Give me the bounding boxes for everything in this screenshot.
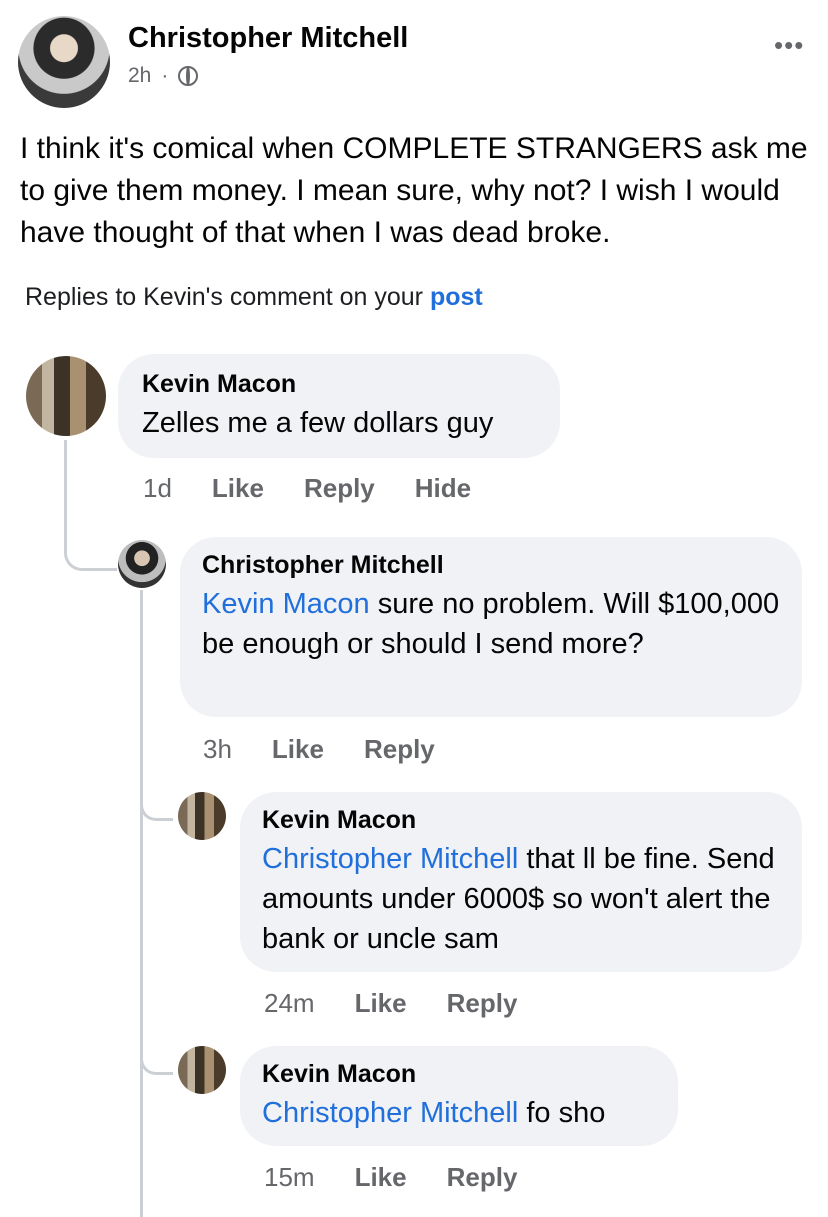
comment-body: Christopher Mitchell that ll be fine. Se… <box>262 839 782 959</box>
commenter-avatar[interactable] <box>26 356 106 436</box>
reply-button[interactable]: Reply <box>447 1162 518 1193</box>
like-button[interactable]: Like <box>355 1162 407 1193</box>
comment-actions: 24m Like Reply <box>264 988 517 1019</box>
thread-line <box>140 1044 173 1075</box>
commenter-avatar[interactable] <box>178 1046 226 1094</box>
mention-link[interactable]: Christopher Mitchell <box>262 843 518 875</box>
comment-text: Zelles me a few dollars guy <box>142 407 494 439</box>
mention-link[interactable]: Kevin Macon <box>202 588 370 620</box>
comment-time[interactable]: 1d <box>143 473 172 504</box>
post-author-avatar[interactable] <box>18 16 110 108</box>
globe-icon[interactable] <box>178 66 199 86</box>
reply-button[interactable]: Reply <box>304 473 375 504</box>
comment-actions: 15m Like Reply <box>264 1162 517 1193</box>
comment-body: Kevin Macon sure no problem. Will $100,0… <box>202 584 782 664</box>
reply-button[interactable]: Reply <box>447 988 518 1019</box>
comment-text: fo sho <box>526 1097 606 1129</box>
comment-bubble: Kevin Macon Zelles me a few dollars guy <box>118 354 560 458</box>
comment-author[interactable]: Christopher Mitchell <box>202 551 782 580</box>
commenter-avatar[interactable] <box>118 540 166 588</box>
post-author-name[interactable]: Christopher Mitchell <box>128 22 408 55</box>
comment-body: Christopher Mitchell fo sho <box>262 1093 658 1133</box>
comment-actions: 1d Like Reply Hide <box>143 473 471 504</box>
like-button[interactable]: Like <box>212 473 264 504</box>
thread-line <box>140 790 173 821</box>
like-button[interactable]: Like <box>355 988 407 1019</box>
comment-time[interactable]: 15m <box>264 1162 315 1193</box>
post-time[interactable]: 2h <box>128 64 151 88</box>
comment-bubble: Christopher Mitchell Kevin Macon sure no… <box>180 537 802 717</box>
comment-author[interactable]: Kevin Macon <box>142 370 560 399</box>
replies-header: Replies to Kevin's comment on your post <box>25 283 483 312</box>
replies-header-text: Replies to Kevin's comment on your <box>25 283 424 311</box>
mention-link[interactable]: Christopher Mitchell <box>262 1097 518 1129</box>
post-link[interactable]: post <box>430 283 483 311</box>
post-text: I think it's comical when COMPLETE STRAN… <box>20 132 808 249</box>
comment-bubble: Kevin Macon Christopher Mitchell fo sho <box>240 1046 678 1146</box>
reply-button[interactable]: Reply <box>364 734 435 765</box>
comment-author[interactable]: Kevin Macon <box>262 806 782 835</box>
comment-author[interactable]: Kevin Macon <box>262 1060 658 1089</box>
like-button[interactable]: Like <box>272 734 324 765</box>
hide-button[interactable]: Hide <box>415 473 471 504</box>
thread-line <box>64 440 117 571</box>
comment-bubble: Kevin Macon Christopher Mitchell that ll… <box>240 792 802 972</box>
comment-time[interactable]: 3h <box>203 734 232 765</box>
comment-actions: 3h Like Reply <box>203 734 435 765</box>
commenter-avatar[interactable] <box>178 792 226 840</box>
comment-time[interactable]: 24m <box>264 988 315 1019</box>
more-icon[interactable]: ••• <box>774 30 804 61</box>
meta-separator: · <box>161 64 169 87</box>
post-meta: 2h · <box>128 64 199 88</box>
thread-line <box>140 590 144 1217</box>
